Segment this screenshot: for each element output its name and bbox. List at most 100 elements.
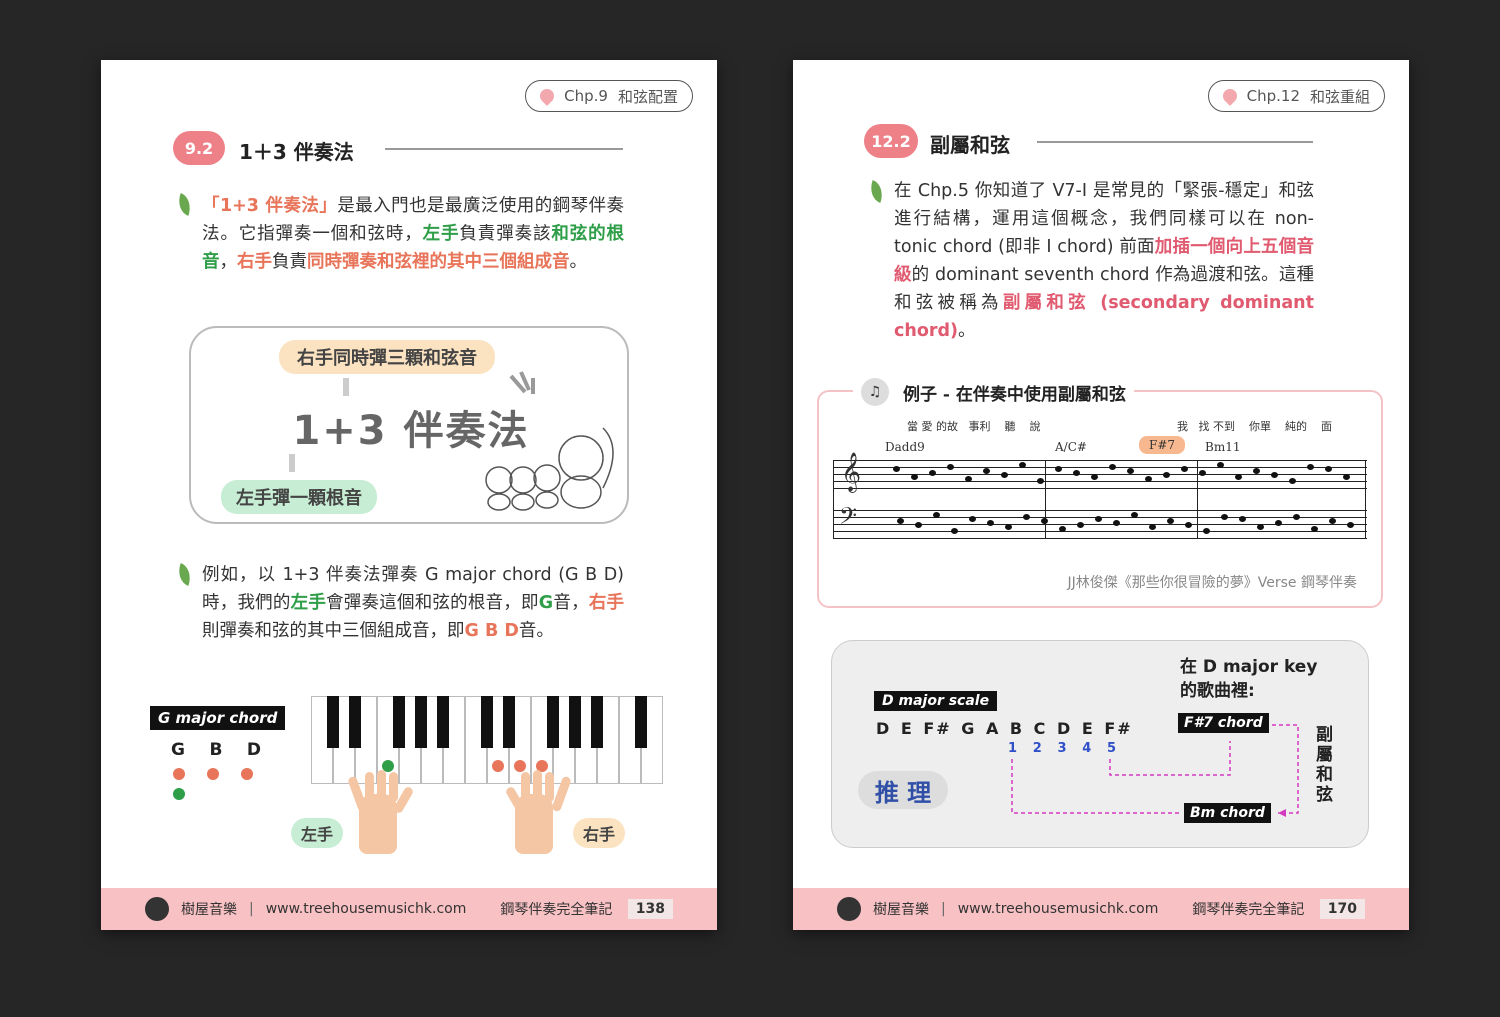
sheet-music: 𝄞 𝄢 bbox=[833, 452, 1369, 556]
note-head bbox=[1145, 476, 1152, 482]
example-caption: JJ林俊傑《那些你很冒險的夢》Verse 鋼琴伴奏 bbox=[1067, 575, 1357, 591]
black-key[interactable] bbox=[349, 696, 361, 748]
finger bbox=[389, 772, 398, 802]
squirrel-illustration bbox=[485, 371, 614, 511]
note-head bbox=[897, 518, 904, 524]
lyrics-line-b: 我 找 不到 你單 純的 面 bbox=[1177, 420, 1332, 433]
note-head bbox=[965, 476, 972, 482]
drop-icon bbox=[537, 86, 558, 106]
staff-line bbox=[833, 531, 1367, 532]
note-head bbox=[929, 470, 936, 476]
note-dot bbox=[173, 788, 185, 800]
text-run: 。 bbox=[569, 252, 588, 272]
note-head bbox=[1059, 526, 1066, 532]
note-head bbox=[987, 520, 994, 526]
bar-line bbox=[1045, 460, 1046, 538]
note-head bbox=[1019, 462, 1026, 468]
note-head bbox=[911, 474, 918, 480]
chapter-number: Chp.12 bbox=[1246, 87, 1300, 105]
bass-clef-icon: 𝄢 bbox=[839, 502, 858, 535]
finger bbox=[545, 772, 554, 802]
section-rule bbox=[1037, 141, 1313, 143]
note-head bbox=[1037, 478, 1044, 484]
left-hand-highlight: 左手 bbox=[290, 593, 327, 613]
chord-note-list: G B D bbox=[171, 740, 261, 760]
black-key[interactable] bbox=[481, 696, 493, 748]
intro-paragraph: 在 Chp.5 你知道了 V7-I 是常見的「緊張-穩定」和弦進行結構，運用這個… bbox=[894, 177, 1314, 345]
note-head bbox=[1239, 516, 1246, 522]
key-marker bbox=[514, 760, 526, 772]
note-head bbox=[1041, 518, 1048, 524]
note-head bbox=[969, 516, 976, 522]
left-hand-highlight: 左手 bbox=[422, 224, 460, 244]
black-key[interactable] bbox=[591, 696, 603, 748]
black-key[interactable] bbox=[635, 696, 647, 748]
right-hand-tag: 右手 bbox=[573, 818, 625, 848]
arrow-up-icon bbox=[289, 454, 295, 472]
note-head bbox=[1163, 472, 1170, 478]
page-footer: 樹屋音樂 | www.treehousemusichk.com 鋼琴伴奏完全筆記… bbox=[793, 888, 1409, 930]
note-head bbox=[1217, 462, 1224, 468]
section-rule bbox=[385, 148, 623, 150]
note-head bbox=[1199, 470, 1206, 476]
page-number: 170 bbox=[1319, 899, 1365, 919]
note-head bbox=[1343, 474, 1350, 480]
text-run: 。 bbox=[958, 321, 976, 341]
chapter-tag: Chp.9 和弦配置 bbox=[525, 80, 693, 112]
g-note-highlight: G bbox=[538, 593, 554, 613]
note-head bbox=[947, 464, 954, 470]
note-head bbox=[1091, 474, 1098, 480]
right-hand-highlight: 右手 bbox=[237, 252, 272, 272]
black-key[interactable] bbox=[393, 696, 405, 748]
black-key[interactable] bbox=[415, 696, 427, 748]
note-head bbox=[1311, 526, 1318, 532]
note-head bbox=[1073, 470, 1080, 476]
text-run: 負責 bbox=[272, 252, 307, 272]
note-head bbox=[1253, 468, 1260, 474]
chapter-tag: Chp.12 和弦重組 bbox=[1207, 80, 1385, 112]
note-head bbox=[1307, 464, 1314, 470]
section-badge: 12.2 bbox=[864, 124, 918, 158]
leaf-icon bbox=[866, 180, 887, 203]
method-diagram: 右手同時彈三顆和弦音 1+3 伴奏法 左手彈一顆根音 bbox=[189, 326, 629, 524]
note-dot bbox=[207, 768, 219, 780]
page-number: 138 bbox=[627, 899, 673, 919]
right-page: Chp.12 和弦重組 12.2 副屬和弦 在 Chp.5 你知道了 V7-I … bbox=[793, 60, 1409, 930]
book-title: 鋼琴伴奏完全筆記 bbox=[500, 902, 613, 918]
example-title: 例子 - 在伴奏中使用副屬和弦 bbox=[903, 384, 1126, 405]
note-dot bbox=[173, 768, 185, 780]
key-marker bbox=[492, 760, 504, 772]
note-head bbox=[1271, 472, 1278, 478]
text-run: ， bbox=[219, 252, 238, 272]
note-head bbox=[1077, 522, 1084, 528]
staff-line bbox=[833, 488, 1367, 489]
staff-line bbox=[833, 467, 1367, 468]
note-head bbox=[1127, 468, 1134, 474]
relation-arrows bbox=[1011, 724, 1299, 817]
note-head bbox=[933, 512, 940, 518]
note-head bbox=[1149, 524, 1156, 530]
leaf-icon bbox=[174, 193, 195, 216]
note-head bbox=[1289, 478, 1296, 484]
website-link[interactable]: www.treehousemusichk.com bbox=[958, 901, 1159, 917]
black-key[interactable] bbox=[547, 696, 559, 748]
note-head bbox=[1203, 528, 1210, 534]
finger bbox=[521, 772, 530, 802]
chapter-number: Chp.9 bbox=[564, 87, 608, 105]
reasoning-badge: 推 理 bbox=[858, 771, 948, 809]
website-link[interactable]: www.treehousemusichk.com bbox=[266, 901, 467, 917]
note-head bbox=[915, 522, 922, 528]
black-key[interactable] bbox=[569, 696, 581, 748]
footer-separator: | bbox=[941, 901, 946, 917]
staff-line bbox=[833, 460, 1367, 461]
black-key[interactable] bbox=[327, 696, 339, 748]
black-key[interactable] bbox=[503, 696, 515, 748]
chapter-name: 和弦重組 bbox=[1309, 87, 1370, 106]
note-head bbox=[1185, 522, 1192, 528]
section-badge: 9.2 bbox=[173, 131, 225, 165]
black-key[interactable] bbox=[437, 696, 449, 748]
note-head bbox=[983, 468, 990, 474]
term-quote-open: 「 bbox=[202, 196, 220, 216]
note-head bbox=[1055, 466, 1062, 472]
reasoning-box: 在 D major key 的歌曲裡: D major scale D E F#… bbox=[831, 640, 1369, 848]
